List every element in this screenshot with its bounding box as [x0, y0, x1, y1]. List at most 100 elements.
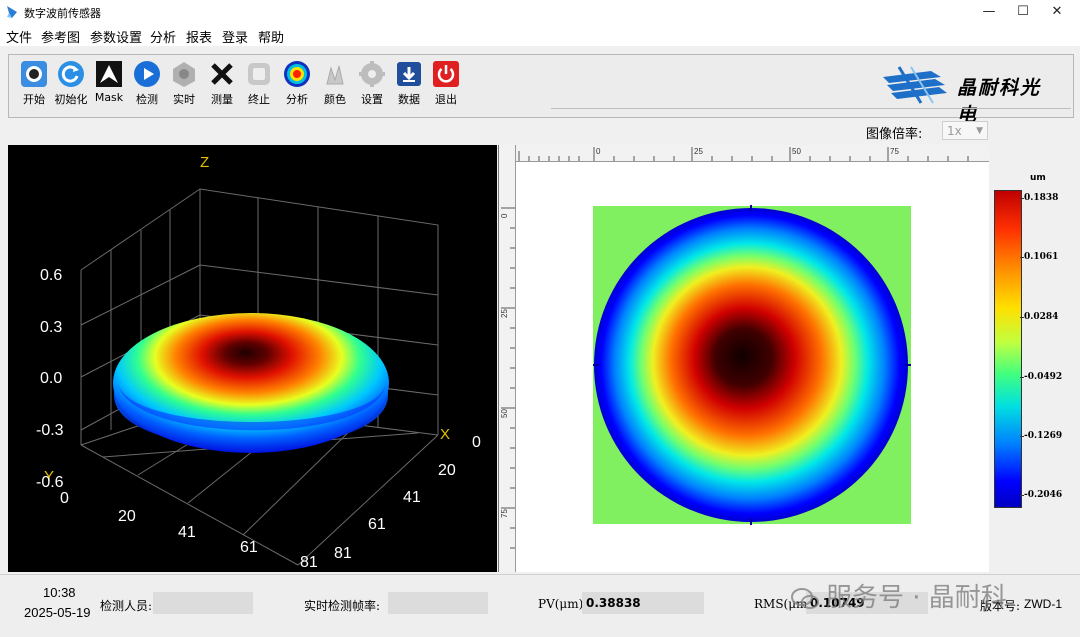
stop-button[interactable]: 终止: [242, 60, 276, 107]
surface-3d-canvas: Z X Y 0.6 0.3 0.0 -0.3 -0.6 0 20 41 61 8…: [36, 154, 481, 571]
measure-label: 测量: [211, 93, 233, 106]
detect-icon: [134, 61, 160, 87]
y-tick: 61: [240, 539, 258, 556]
colorbar-tick: 0.1838: [1024, 193, 1059, 203]
start-button[interactable]: 开始: [17, 60, 51, 107]
analysis-label: 分析: [286, 93, 308, 106]
realtime-icon: [173, 62, 195, 87]
toolbar: 开始 初始化 Mask 检测 实时 测量 终止 分析 颜色 设置 数据 退出 晶…: [8, 54, 1074, 126]
menu-reference[interactable]: 参考图: [41, 27, 80, 46]
exit-icon: [433, 61, 459, 87]
x-tick: 81: [334, 545, 352, 562]
z-tick: 0.0: [40, 370, 62, 387]
menu-login[interactable]: 登录: [222, 27, 248, 46]
color-label: 颜色: [324, 93, 346, 106]
chevron-down-icon: ▼: [976, 126, 983, 136]
z-tick: 0.3: [40, 319, 62, 336]
colorbar-tick: -0.2046: [1024, 490, 1063, 500]
settings-icon: [359, 61, 385, 87]
inspector-label: 检测人员:: [100, 599, 153, 613]
watermark-text: 服务号 · 晶耐科: [826, 583, 1007, 613]
zoom-value: 1x: [947, 124, 962, 138]
settings-button[interactable]: 设置: [355, 60, 389, 107]
settings-label: 设置: [361, 93, 383, 106]
detect-label: 检测: [136, 93, 158, 106]
z-tick: -0.3: [36, 422, 64, 439]
x-tick: 0: [472, 434, 481, 451]
initialize-label: 初始化: [54, 93, 88, 106]
brand-logo: 晶耐科光电: [881, 63, 1061, 126]
surface-top: [113, 313, 389, 453]
initialize-icon: [58, 61, 84, 87]
detect-button[interactable]: 检测: [130, 60, 164, 107]
app-icon: [7, 6, 17, 18]
menu-help[interactable]: 帮助: [258, 27, 284, 46]
zoom-label: 图像倍率:: [866, 127, 923, 142]
mask-label: Mask: [94, 91, 124, 104]
start-label: 开始: [23, 93, 45, 106]
x-axis-label: X: [440, 426, 450, 443]
initialize-button[interactable]: 初始化: [54, 60, 88, 107]
mask-button[interactable]: Mask: [92, 60, 126, 104]
realtime-label: 实时: [173, 93, 195, 106]
realtime-button[interactable]: 实时: [167, 60, 201, 107]
pv-label: PV(μm):: [538, 597, 588, 611]
color-button[interactable]: 颜色: [318, 60, 352, 107]
z-tick: -0.6: [36, 474, 64, 491]
pupil-circle: [594, 208, 908, 522]
zoom-select[interactable]: 1x ▼: [942, 121, 988, 140]
status-time: 10:38: [43, 585, 76, 600]
colorbar-unit: um: [1030, 173, 1046, 183]
x-tick: 20: [438, 462, 456, 479]
exit-button[interactable]: 退出: [429, 60, 463, 107]
measure-icon: [211, 63, 233, 85]
menu-parameters[interactable]: 参数设置: [90, 27, 142, 46]
surface-3d-view[interactable]: Z X Y 0.6 0.3 0.0 -0.3 -0.6 0 20 41 61 8…: [8, 145, 497, 572]
data-icon: [397, 62, 421, 86]
analysis-icon: [284, 61, 310, 87]
y-tick: 20: [118, 508, 136, 525]
colorbar: [994, 190, 1022, 508]
pv-value: 0.38838: [582, 592, 704, 614]
menu-report[interactable]: 报表: [186, 27, 212, 46]
watermark: 服务号 · 晶耐科: [790, 577, 1007, 614]
y-tick: 0: [60, 490, 69, 507]
framerate-label: 实时检测帧率:: [304, 599, 381, 613]
colorbar-tick: 0.1061: [1024, 252, 1059, 262]
brand-name: 晶耐科光电: [957, 77, 1042, 126]
inspector-field[interactable]: [153, 592, 253, 614]
brand-icon: [883, 66, 947, 104]
menu-analysis[interactable]: 分析: [150, 27, 176, 46]
framerate-field: [388, 592, 488, 614]
colorbar-tick: -0.0492: [1024, 372, 1063, 382]
color-icon: [326, 65, 344, 85]
menu-bar: 文件 参考图 参数设置 分析 报表 登录 帮助: [0, 24, 1080, 46]
x-tick: 61: [368, 516, 386, 533]
z-tick: 0.6: [40, 267, 62, 284]
close-button[interactable]: ✕: [1034, 0, 1080, 24]
title-bar: 数字波前传感器 — ☐ ✕: [0, 0, 1080, 24]
exit-label: 退出: [435, 93, 457, 106]
measure-button[interactable]: 测量: [205, 60, 239, 107]
status-date: 2025-05-19: [24, 605, 91, 620]
y-tick: 81: [300, 554, 318, 571]
wechat-icon: [791, 587, 819, 609]
menu-file[interactable]: 文件: [6, 27, 32, 46]
analysis-button[interactable]: 分析: [280, 60, 314, 107]
start-icon: [21, 61, 47, 87]
wavefront-2d-view[interactable]: 0 25 50 75 0 25 50 75: [499, 145, 989, 572]
toolbar-divider: [551, 108, 1071, 109]
data-button[interactable]: 数据: [392, 60, 426, 107]
mask-icon: [96, 61, 122, 87]
wavefront-map: [593, 205, 911, 525]
colorbar-tick: 0.0284: [1024, 312, 1059, 322]
window-title: 数字波前传感器: [24, 7, 101, 20]
version-value: ZWD-1: [1024, 597, 1062, 611]
stop-label: 终止: [248, 93, 270, 106]
stop-icon: [248, 63, 270, 85]
colorbar-tick: -0.1269: [1024, 431, 1063, 441]
z-axis-label: Z: [200, 154, 209, 171]
data-label: 数据: [398, 93, 420, 106]
y-tick: 41: [178, 524, 196, 541]
x-tick: 41: [403, 489, 421, 506]
